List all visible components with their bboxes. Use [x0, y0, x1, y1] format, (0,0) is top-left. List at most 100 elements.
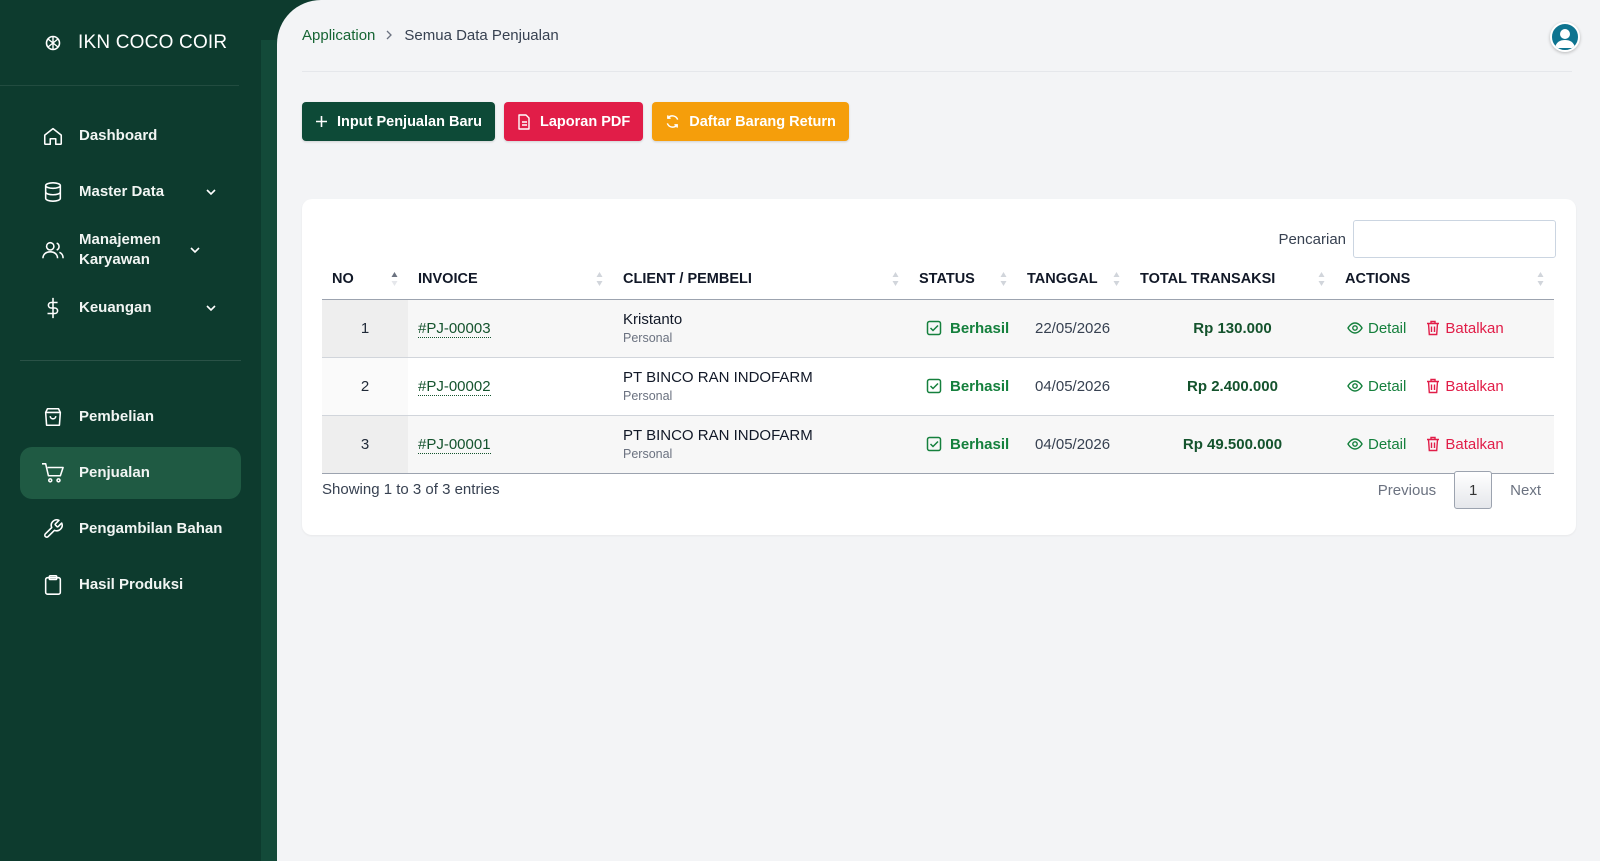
wrench-icon [41, 517, 65, 541]
search-box: Pencarian [1278, 220, 1556, 258]
new-sale-button[interactable]: Input Penjualan Baru [302, 102, 496, 141]
invoice-link[interactable]: #PJ-00003 [418, 319, 491, 338]
invoice-link[interactable]: #PJ-00001 [418, 435, 491, 454]
eye-icon [1347, 438, 1363, 450]
transaction-total: Rp 2.400.000 [1130, 357, 1335, 416]
sidebar-item-label: Pembelian [79, 408, 155, 425]
cancel-button[interactable]: Batalkan [1426, 436, 1504, 453]
status-badge: Berhasil [919, 378, 1017, 395]
check-square-icon [926, 320, 942, 336]
sales-table-card: Pencarian NO INVOICE CLIENT / PEMBELI ST… [302, 199, 1576, 535]
column-header-date[interactable]: TANGGAL [1017, 259, 1130, 300]
pdf-report-button[interactable]: Laporan PDF [504, 102, 644, 141]
next-page-button[interactable]: Next [1510, 482, 1541, 499]
sidebar-item-label: Manajemen Karyawan [79, 231, 161, 268]
client-type: Personal [623, 331, 673, 345]
sidebar-divider [20, 360, 241, 361]
refresh-icon [665, 114, 680, 129]
new-sale-label: Input Penjualan Baru [337, 113, 483, 130]
row-number: 2 [322, 357, 408, 416]
main-content: Application Semua Data Penjualan Input P… [277, 0, 1600, 861]
sidebar-item-keuangan[interactable]: Keuangan [20, 282, 241, 334]
action-toolbar: Input Penjualan Baru Laporan PDF Daftar … [302, 102, 849, 141]
column-header-status[interactable]: STATUS [909, 259, 1017, 300]
sidebar: IKN COCO COIR Dashboard Master Data Mana… [0, 0, 261, 861]
breadcrumb-parent-link[interactable]: Application [302, 27, 375, 44]
column-header-actions[interactable]: ACTIONS [1335, 259, 1554, 300]
breadcrumb: Application Semua Data Penjualan [302, 27, 559, 44]
transaction-total: Rp 49.500.000 [1130, 415, 1335, 474]
sort-icon [1537, 272, 1544, 286]
detail-button[interactable]: Detail [1347, 378, 1406, 395]
page-1-button[interactable]: 1 [1454, 471, 1493, 509]
sidebar-item-label: Pengambilan Bahan [79, 520, 223, 537]
home-icon [41, 124, 65, 148]
sidebar-item-manajemen-karyawan[interactable]: Manajemen Karyawan [20, 222, 241, 278]
sidebar-item-pengambilan-bahan[interactable]: Pengambilan Bahan [20, 503, 241, 555]
check-square-icon [926, 378, 942, 394]
cancel-button[interactable]: Batalkan [1426, 378, 1504, 395]
table-row: 2 #PJ-00002 PT BINCO RAN INDOFARM Person… [322, 357, 1554, 416]
sort-icon [892, 272, 899, 286]
check-square-icon [926, 436, 942, 452]
sidebar-item-penjualan[interactable]: Penjualan [20, 447, 241, 499]
status-text: Berhasil [950, 319, 1010, 337]
column-header-no[interactable]: NO [322, 259, 408, 300]
trash-icon [1426, 320, 1440, 336]
cancel-button[interactable]: Batalkan [1426, 320, 1504, 337]
detail-button[interactable]: Detail [1347, 320, 1406, 337]
chevron-down-icon [205, 301, 219, 315]
invoice-link[interactable]: #PJ-00002 [418, 377, 491, 396]
sort-icon [1000, 272, 1007, 286]
sidebar-item-label: Master Data [79, 183, 165, 200]
breadcrumb-current: Semua Data Penjualan [404, 27, 559, 44]
clipboard-icon [41, 573, 65, 597]
sales-table: NO INVOICE CLIENT / PEMBELI STATUS TANGG… [322, 259, 1554, 474]
sort-icon [1318, 272, 1325, 286]
sidebar-item-hasil-produksi[interactable]: Hasil Produksi [20, 559, 241, 611]
column-header-invoice[interactable]: INVOICE [408, 259, 613, 300]
column-header-total[interactable]: TOTAL TRANSAKSI [1130, 259, 1335, 300]
return-list-button[interactable]: Daftar Barang Return [652, 102, 849, 141]
status-text: Berhasil [950, 377, 1010, 395]
search-input[interactable] [1353, 220, 1556, 258]
users-icon [41, 238, 65, 262]
transaction-total: Rp 130.000 [1130, 299, 1335, 358]
sidebar-item-dashboard[interactable]: Dashboard [20, 110, 241, 162]
sort-icon [1113, 272, 1120, 286]
pagination: Previous 1 Next [1378, 471, 1556, 509]
sidebar-item-label: Keuangan [79, 299, 152, 316]
sale-date: 04/05/2026 [1017, 415, 1130, 474]
client-name: PT BINCO RAN INDOFARM [623, 427, 813, 444]
sidebar-item-label: Hasil Produksi [79, 576, 184, 593]
status-badge: Berhasil [919, 320, 1017, 337]
detail-button[interactable]: Detail [1347, 436, 1406, 453]
coconut-logo-icon [44, 34, 62, 52]
chevron-down-icon [205, 185, 219, 199]
trash-icon [1426, 436, 1440, 452]
sidebar-item-label: Penjualan [79, 464, 150, 481]
status-text: Berhasil [950, 435, 1010, 453]
eye-icon [1347, 322, 1363, 334]
sort-icon [596, 272, 603, 286]
client-type: Personal [623, 389, 673, 403]
row-number: 3 [322, 415, 408, 474]
database-icon [41, 180, 65, 204]
table-info: Showing 1 to 3 of 3 entries [322, 481, 500, 498]
chevron-down-icon [189, 243, 203, 257]
eye-icon [1347, 380, 1363, 392]
trash-icon [1426, 378, 1440, 394]
sidebar-item-master-data[interactable]: Master Data [20, 166, 241, 218]
shopping-bag-icon [41, 405, 65, 429]
dollar-icon [41, 296, 65, 320]
brand[interactable]: IKN COCO COIR [0, 0, 239, 86]
table-row: 3 #PJ-00001 PT BINCO RAN INDOFARM Person… [322, 415, 1554, 474]
previous-page-button[interactable]: Previous [1378, 482, 1436, 499]
search-label: Pencarian [1278, 230, 1346, 248]
client-name: PT BINCO RAN INDOFARM [623, 369, 813, 386]
user-avatar[interactable] [1550, 22, 1580, 52]
column-header-client[interactable]: CLIENT / PEMBELI [613, 259, 909, 300]
cart-icon [41, 461, 65, 485]
topbar: Application Semua Data Penjualan [302, 0, 1580, 72]
sidebar-item-pembelian[interactable]: Pembelian [20, 391, 241, 443]
